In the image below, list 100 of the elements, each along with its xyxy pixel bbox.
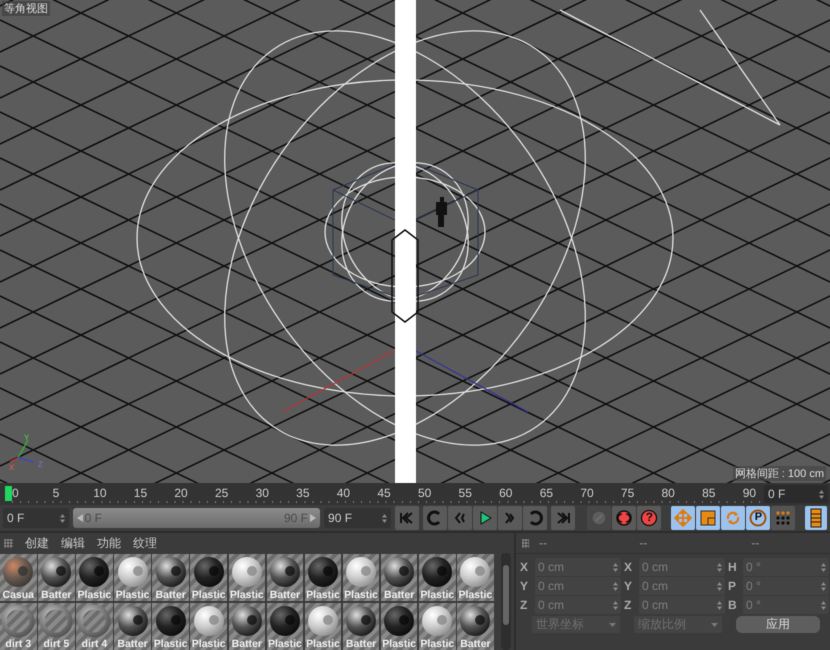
material-item[interactable]: Plastic — [190, 603, 227, 650]
material-sphere-icon — [420, 604, 454, 638]
spinner-arrows-icon[interactable] — [613, 600, 618, 610]
material-sphere-icon — [192, 555, 226, 589]
material-item[interactable]: dirt 5 — [38, 603, 75, 650]
panel-grip-icon[interactable] — [4, 538, 13, 548]
material-sphere-icon — [39, 555, 74, 589]
frame-number: 5 — [52, 485, 60, 502]
material-item[interactable]: Plastic — [114, 554, 151, 601]
spinner-arrows-icon[interactable] — [821, 600, 826, 610]
material-item[interactable]: Plastic — [228, 554, 266, 601]
coordinate-field[interactable]: 0 cm — [639, 596, 725, 614]
material-item[interactable]: Batter — [266, 554, 304, 601]
points-tool-button[interactable] — [771, 506, 796, 530]
material-item[interactable]: Batter — [38, 554, 75, 601]
coordinate-field[interactable]: 0 cm — [535, 558, 621, 576]
start-frame-field[interactable]: 0 F — [3, 508, 69, 528]
frame-number: 0 — [12, 485, 20, 502]
coordinate-field[interactable]: 0 cm — [535, 577, 621, 595]
material-item[interactable]: Batter — [152, 554, 189, 601]
menu-item[interactable]: 功能 — [97, 534, 121, 552]
coordinate-field[interactable]: 0 ° — [743, 596, 829, 614]
help-button[interactable]: ? — [637, 506, 662, 530]
spinner-arrows-icon[interactable] — [821, 582, 826, 590]
material-sphere-icon — [382, 604, 416, 638]
material-sphere-icon — [458, 604, 492, 638]
material-item[interactable]: Plastic — [76, 554, 113, 601]
material-item[interactable]: Plastic — [152, 603, 189, 650]
spinner-arrows-icon[interactable] — [717, 600, 722, 610]
material-item[interactable]: Plastic — [457, 554, 494, 601]
param-tool-button[interactable]: P — [746, 506, 770, 530]
autokey-key-button[interactable] — [612, 506, 636, 530]
timeline-toggle-button[interactable] — [805, 506, 827, 530]
left-arrow-icon[interactable] — [76, 514, 83, 522]
material-item[interactable]: Plastic — [190, 554, 227, 601]
axis-label: B — [728, 597, 738, 614]
material-item[interactable]: dirt 4 — [76, 603, 113, 650]
coordinate-field[interactable]: 0 ° — [743, 577, 829, 595]
menu-item[interactable]: 编辑 — [61, 534, 85, 552]
material-item[interactable]: Batter — [380, 554, 418, 601]
column-header: -- — [538, 536, 548, 550]
material-sphere-icon — [116, 555, 150, 589]
spinner-arrows-icon[interactable] — [382, 514, 388, 522]
coordinate-field[interactable]: 0 cm — [639, 558, 725, 576]
material-item[interactable]: Batter — [228, 603, 266, 650]
go-to-end-button[interactable] — [551, 506, 576, 530]
frame-number: 90 — [742, 485, 756, 502]
coordinate-field[interactable]: 0 cm — [535, 596, 621, 614]
material-sphere-icon — [154, 604, 188, 638]
material-item[interactable]: Plastic — [380, 603, 418, 650]
coordinate-field[interactable]: 0 ° — [743, 558, 829, 576]
play-button[interactable] — [473, 506, 498, 530]
axis-label: X — [624, 559, 634, 576]
spinner-arrows-icon[interactable] — [613, 562, 618, 572]
spinner-arrows-icon[interactable] — [613, 582, 618, 590]
frame-number: 30 — [256, 485, 270, 502]
material-sphere-icon — [344, 555, 378, 589]
material-item[interactable]: Batter — [114, 603, 151, 650]
material-sphere-icon — [116, 604, 150, 638]
next-key-button[interactable] — [523, 506, 548, 530]
material-item[interactable]: Plastic — [419, 554, 456, 601]
material-item[interactable]: Casua — [0, 554, 36, 601]
frame-number: 20 — [174, 485, 189, 502]
go-to-start-button[interactable] — [395, 506, 420, 530]
current-frame-field[interactable]: 0 F — [764, 485, 828, 503]
material-item[interactable]: Plastic — [304, 603, 342, 650]
coordinate-field[interactable]: 0 cm — [639, 577, 725, 595]
axis-label: Z — [520, 597, 528, 614]
material-sphere-icon — [39, 604, 74, 638]
material-item[interactable]: Batter — [342, 603, 380, 650]
scrollbar[interactable] — [501, 553, 511, 650]
material-item[interactable]: Batter — [457, 603, 494, 650]
spinner-arrows-icon[interactable] — [819, 490, 824, 498]
playhead-marker[interactable] — [5, 486, 12, 501]
autokey-icon — [615, 509, 634, 527]
material-item[interactable]: Plastic — [304, 554, 342, 601]
menu-item[interactable]: 纹理 — [133, 534, 157, 552]
material-item[interactable]: Plastic — [342, 554, 380, 601]
menu-item[interactable]: 创建 — [25, 534, 49, 552]
spinner-arrows-icon[interactable] — [60, 514, 65, 522]
rotate-tool-button[interactable] — [721, 506, 746, 530]
material-item[interactable]: Plastic — [419, 603, 456, 650]
material-item[interactable]: Plastic — [266, 603, 304, 650]
move-tool-button[interactable] — [671, 506, 696, 530]
record-icon — [590, 509, 608, 527]
previous-key-button[interactable] — [423, 506, 448, 530]
spinner-arrows-icon[interactable] — [717, 582, 722, 590]
spinner-arrows-icon[interactable] — [717, 562, 722, 572]
material-sphere-icon — [268, 604, 302, 638]
frame-number: 75 — [620, 485, 636, 502]
axis-label: Z — [38, 460, 43, 469]
material-item[interactable]: dirt 3 — [0, 603, 36, 650]
frame-number: 60 — [499, 485, 514, 502]
panel-grip-icon[interactable] — [522, 538, 529, 548]
apply-button[interactable]: 应用 — [736, 616, 820, 633]
end-frame-field[interactable]: 90 F — [324, 508, 392, 528]
scale-tool-button[interactable] — [696, 506, 720, 530]
right-arrow-icon[interactable] — [310, 514, 316, 522]
frame-number: 65 — [540, 485, 554, 502]
spinner-arrows-icon[interactable] — [821, 562, 826, 572]
